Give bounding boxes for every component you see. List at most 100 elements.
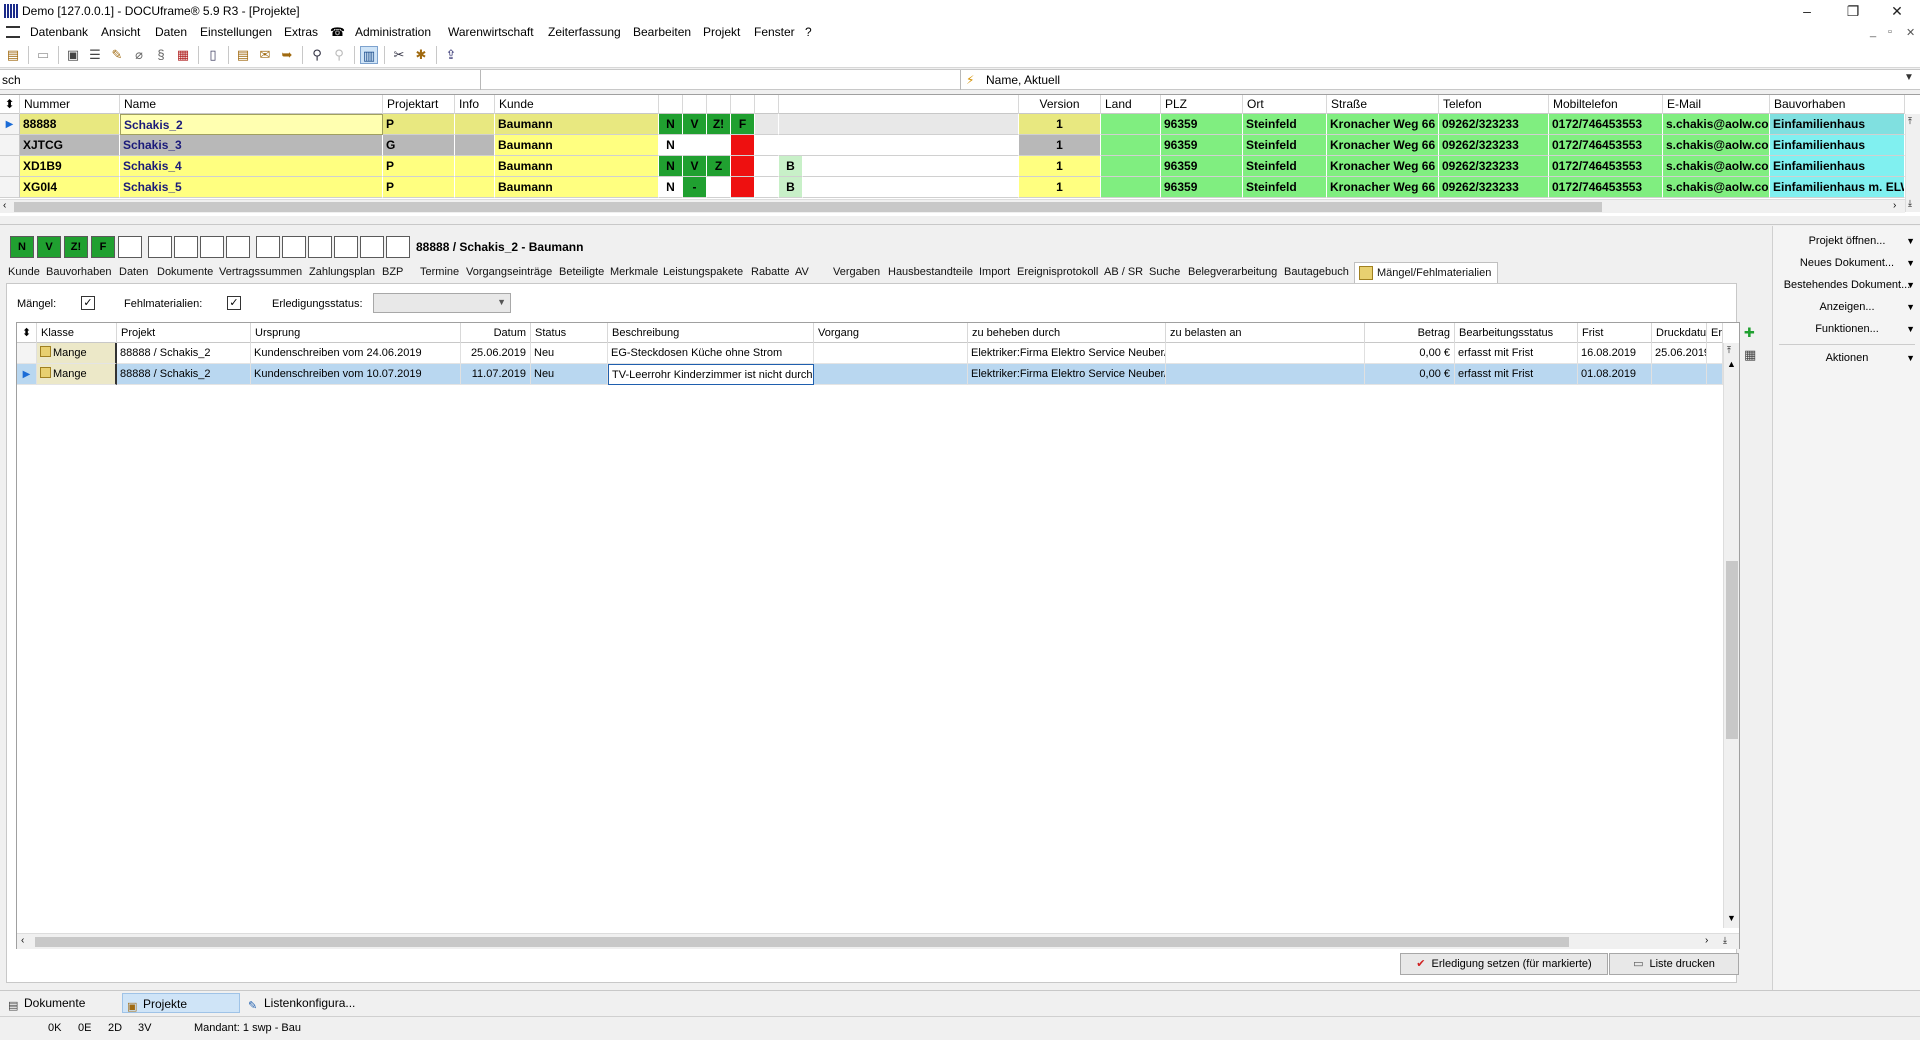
cell-datum[interactable]: 25.06.2019 xyxy=(461,343,531,364)
menu-administration[interactable]: Administration xyxy=(355,25,431,39)
close-button[interactable]: ✕ xyxy=(1874,0,1920,22)
row-selector[interactable] xyxy=(17,343,37,364)
col-mobiltelefon[interactable]: Mobiltelefon xyxy=(1549,95,1663,114)
tab-bauvorhaben[interactable]: Bauvorhaben xyxy=(46,266,111,278)
col-betrag[interactable]: Betrag xyxy=(1365,323,1455,343)
flag-empty[interactable] xyxy=(334,236,358,258)
cell-nummer[interactable]: 88888 xyxy=(20,114,120,135)
cell-ursprung[interactable]: Kundenschreiben vom 10.07.2019 xyxy=(251,364,461,385)
tab-zahlungsplan[interactable]: Zahlungsplan xyxy=(309,266,375,278)
cell-version[interactable]: 1 xyxy=(1019,156,1101,177)
col-flag[interactable] xyxy=(659,95,683,114)
cell-frist[interactable]: 16.08.2019 xyxy=(1578,343,1652,364)
col-vorgang[interactable]: Vorgang xyxy=(814,323,968,343)
cell-mobil[interactable]: 0172/746453553 xyxy=(1549,135,1663,156)
scroll-top-icon[interactable]: ⤒ xyxy=(1908,116,1912,127)
menu-help[interactable]: ? xyxy=(805,25,812,39)
cell-name[interactable]: Schakis_2 xyxy=(120,114,383,135)
cell-nummer[interactable]: XJTCG xyxy=(20,135,120,156)
tab-import[interactable]: Import xyxy=(979,266,1010,278)
col-nummer[interactable]: Nummer xyxy=(20,95,120,114)
col-strasse[interactable]: Straße xyxy=(1327,95,1439,114)
flag-empty[interactable] xyxy=(386,236,410,258)
flag-cell[interactable]: N xyxy=(659,114,683,135)
col-projekt[interactable]: Projekt xyxy=(117,323,251,343)
col-bearbeitungsstatus[interactable]: Bearbeitungsstatus xyxy=(1455,323,1578,343)
cell-ort[interactable]: Steinfeld xyxy=(1243,156,1327,177)
cell-druckdatum[interactable]: 25.06.2019 xyxy=(1652,343,1707,364)
cell-erle[interactable] xyxy=(1707,343,1723,364)
settings-icon[interactable]: ✱ xyxy=(412,46,430,64)
flag-cell[interactable]: F xyxy=(731,114,755,135)
maximize-button[interactable]: ❐ xyxy=(1830,0,1876,22)
tab-suche[interactable]: Suche xyxy=(1149,266,1180,278)
flag-cell[interactable]: B xyxy=(779,156,803,177)
cell-info[interactable] xyxy=(455,156,495,177)
tab-vorgangseintraege[interactable]: Vorgangseinträge xyxy=(466,266,552,278)
flag-cell[interactable]: V xyxy=(683,114,707,135)
tab-kunde[interactable]: Kunde xyxy=(8,266,40,278)
erledigungsstatus-select[interactable]: ▼ xyxy=(373,293,511,313)
maengel-checkbox[interactable]: ✓ xyxy=(81,296,95,310)
flag-cell[interactable] xyxy=(779,135,1019,156)
forward-icon[interactable]: ➥ xyxy=(278,46,296,64)
col-flag[interactable] xyxy=(731,95,755,114)
table-row[interactable]: ▶ Mange 88888 / Schakis_2 Kundenschreibe… xyxy=(17,364,1723,385)
table-row[interactable]: ▶ 88888 Schakis_2 P Baumann N V Z! F 1 9… xyxy=(0,114,1905,135)
chevron-down-icon[interactable]: ▼ xyxy=(1904,72,1914,83)
cell-projektart[interactable]: G xyxy=(383,135,455,156)
tools-icon[interactable]: ✂ xyxy=(390,46,408,64)
tab-bzp[interactable]: BZP xyxy=(382,266,403,278)
add-icon[interactable]: ✚ xyxy=(1744,325,1760,341)
cell-beschreibung[interactable]: EG-Steckdosen Küche ohne Strom xyxy=(608,343,814,364)
chevron-down-icon[interactable]: ▼ xyxy=(497,297,506,307)
cell-plz[interactable]: 96359 xyxy=(1161,114,1243,135)
flag-f[interactable]: F xyxy=(91,236,115,258)
cell-strasse[interactable]: Kronacher Weg 66 xyxy=(1327,177,1439,198)
cell-zu-belasten-an[interactable] xyxy=(1166,343,1365,364)
fehlmaterialien-checkbox[interactable]: ✓ xyxy=(227,296,241,310)
tab-bautagebuch[interactable]: Bautagebuch xyxy=(1284,266,1349,278)
cell-status[interactable]: Neu xyxy=(531,343,608,364)
mail-icon[interactable]: ✉ xyxy=(256,46,274,64)
phone-device-icon[interactable]: ▯ xyxy=(204,46,222,64)
list-icon[interactable]: ☰ xyxy=(86,46,104,64)
cell-plz[interactable]: 96359 xyxy=(1161,177,1243,198)
liste-drucken-button[interactable]: ▭ Liste drucken xyxy=(1609,953,1739,975)
flag-cell[interactable]: Z! xyxy=(707,114,731,135)
col-zu-belasten-an[interactable]: zu belasten an xyxy=(1166,323,1365,343)
tab-daten[interactable]: Daten xyxy=(119,266,148,278)
row-selector[interactable] xyxy=(0,135,20,156)
tab-dokumente[interactable]: Dokumente xyxy=(157,266,213,278)
cell-zu-beheben-durch[interactable]: Elektriker:Firma Elektro Service Neuber/… xyxy=(968,364,1166,385)
flag-cell[interactable]: V xyxy=(683,156,707,177)
scroll-right-icon[interactable]: › xyxy=(1893,200,1896,211)
window-tab-dokumente[interactable]: ▤ Dokumente xyxy=(4,993,116,1013)
tab-merkmale[interactable]: Merkmale xyxy=(610,266,658,278)
flag-cell[interactable] xyxy=(731,177,755,198)
action-neues-dokument[interactable]: Neues Dokument... ▼ xyxy=(1773,252,1920,274)
tab-ab-sr[interactable]: AB / SR xyxy=(1104,266,1143,278)
cell-datum[interactable]: 11.07.2019 xyxy=(461,364,531,385)
cell-telefon[interactable]: 09262/323233 xyxy=(1439,135,1549,156)
col-status[interactable]: Status xyxy=(531,323,608,343)
action-funktionen[interactable]: Funktionen... ▼ xyxy=(1773,318,1920,340)
search-input[interactable] xyxy=(2,72,478,88)
cell-kunde[interactable]: Baumann xyxy=(495,114,659,135)
tab-vergaben[interactable]: Vergaben xyxy=(833,266,880,278)
cell-name[interactable]: Schakis_4 xyxy=(120,156,383,177)
tab-av[interactable]: AV xyxy=(795,266,809,278)
action-bestehendes-dokument[interactable]: Bestehendes Dokument... ▼ xyxy=(1773,274,1920,296)
flag-cell[interactable]: N xyxy=(659,177,683,198)
cell-strasse[interactable]: Kronacher Weg 66 xyxy=(1327,135,1439,156)
calendar-icon[interactable]: ▦ xyxy=(174,46,192,64)
cell-strasse[interactable]: Kronacher Weg 66 xyxy=(1327,156,1439,177)
open-icon[interactable]: ▤ xyxy=(4,46,22,64)
cell-info[interactable] xyxy=(455,177,495,198)
tab-leistungspakete[interactable]: Leistungspakete xyxy=(663,266,743,278)
attachment-icon[interactable]: ⌀ xyxy=(130,46,148,64)
col-flag[interactable] xyxy=(779,95,1019,114)
col-flag[interactable] xyxy=(755,95,779,114)
col-klasse[interactable]: Klasse xyxy=(37,323,117,343)
flag-cell[interactable] xyxy=(707,135,731,156)
